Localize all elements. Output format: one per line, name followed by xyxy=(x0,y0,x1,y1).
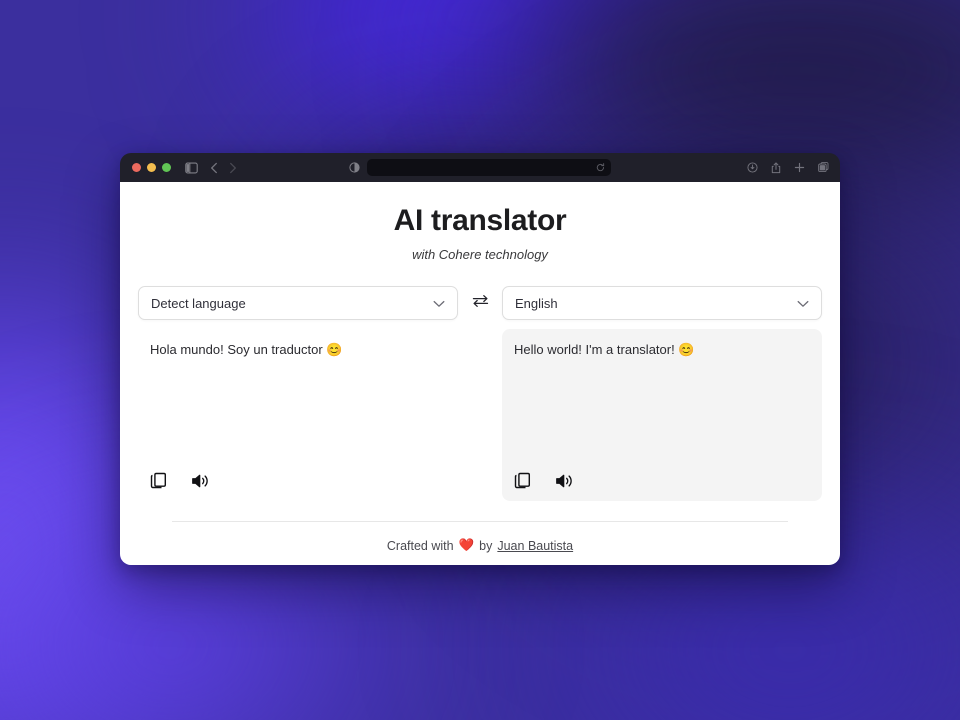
source-text-panel[interactable]: Hola mundo! Soy un traductor 😊 xyxy=(138,329,458,501)
new-tab-plus-icon[interactable] xyxy=(794,162,805,173)
sidebar-toggle-icon[interactable] xyxy=(185,162,198,174)
heart-icon: ❤️ xyxy=(458,538,475,552)
panel-gap xyxy=(458,329,502,501)
tab-overview-icon[interactable] xyxy=(818,162,829,173)
target-language-select[interactable]: English xyxy=(502,286,822,320)
swap-languages-button[interactable] xyxy=(458,294,502,313)
source-panel-actions xyxy=(150,472,209,489)
target-panel-actions xyxy=(514,472,573,489)
swap-horizontal-icon xyxy=(472,294,489,313)
target-language-value: English xyxy=(515,295,558,311)
browser-toolbar-right xyxy=(747,162,829,174)
address-bar[interactable] xyxy=(367,159,611,176)
target-text-panel[interactable]: Hello world! I'm a translator! 😊 xyxy=(502,329,822,501)
desktop-wallpaper: AI translator with Cohere technology Det… xyxy=(0,0,960,720)
translation-panels: Hola mundo! Soy un traductor 😊 Hello wor… xyxy=(138,329,822,501)
page-title: AI translator xyxy=(393,204,567,237)
minimize-window-button[interactable] xyxy=(147,163,156,172)
speaker-icon[interactable] xyxy=(555,473,573,489)
chevron-down-icon xyxy=(433,296,445,311)
source-language-value: Detect language xyxy=(151,295,246,311)
page-subtitle: with Cohere technology xyxy=(412,247,548,262)
copy-icon[interactable] xyxy=(150,472,167,489)
footer: Crafted with ❤️ by Juan Bautista xyxy=(120,538,840,553)
back-chevron-icon[interactable] xyxy=(210,162,218,174)
share-icon[interactable] xyxy=(771,162,781,174)
browser-title-bar xyxy=(120,153,840,182)
browser-window: AI translator with Cohere technology Det… xyxy=(120,153,840,565)
speaker-icon[interactable] xyxy=(191,473,209,489)
language-selector-row: Detect language English xyxy=(138,286,822,320)
author-link[interactable]: Juan Bautista xyxy=(497,539,573,553)
reload-icon[interactable] xyxy=(596,163,605,172)
downloads-icon[interactable] xyxy=(747,162,758,173)
app-page: AI translator with Cohere technology Det… xyxy=(120,182,840,565)
close-window-button[interactable] xyxy=(132,163,141,172)
maximize-window-button[interactable] xyxy=(162,163,171,172)
address-bar-group xyxy=(349,159,611,176)
source-text[interactable]: Hola mundo! Soy un traductor 😊 xyxy=(150,341,446,359)
footer-prefix: Crafted with xyxy=(386,538,454,553)
copy-icon[interactable] xyxy=(514,472,531,489)
footer-divider xyxy=(172,521,788,522)
window-traffic-lights xyxy=(132,163,171,172)
source-language-select[interactable]: Detect language xyxy=(138,286,458,320)
target-text: Hello world! I'm a translator! 😊 xyxy=(514,342,695,357)
forward-chevron-icon xyxy=(229,162,237,174)
reader-contrast-icon[interactable] xyxy=(349,162,360,173)
footer-middle: by xyxy=(479,538,493,553)
chevron-down-icon xyxy=(797,296,809,311)
